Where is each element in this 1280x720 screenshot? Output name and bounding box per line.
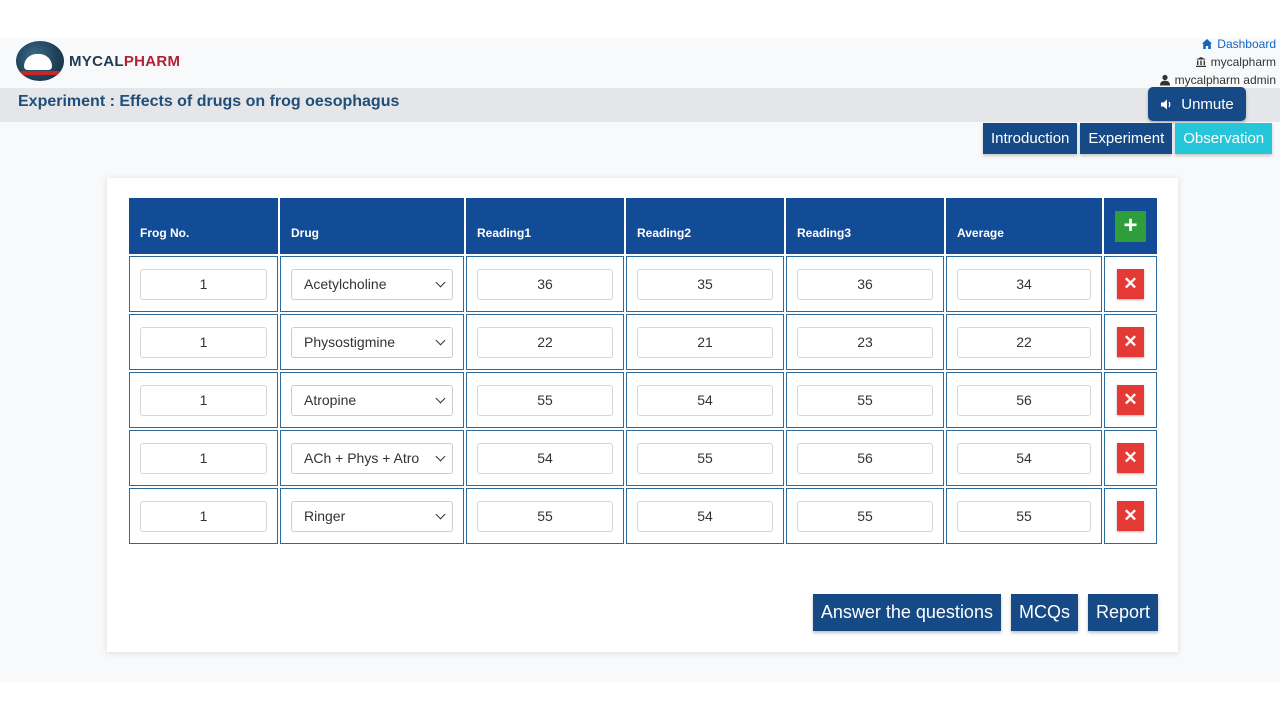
drug-select-value: Acetylcholine [304,276,387,292]
header-frog-no: Frog No. [129,198,278,254]
page-title: Experiment : Effects of drugs on frog oe… [18,93,400,110]
reading1-input[interactable]: 55 [477,500,613,532]
dashboard-label: Dashboard [1217,37,1276,51]
reading3-input[interactable]: 36 [797,268,933,300]
reading2-input[interactable]: 55 [637,442,773,474]
nav-tabs: Introduction Experiment Observation [983,123,1273,154]
reading3-input[interactable]: 56 [797,442,933,474]
reading3-input[interactable]: 55 [797,384,933,416]
observation-table: Frog No. Drug Reading1 Reading2 Reading3… [129,198,1157,546]
user-icon [1159,74,1170,86]
tab-introduction[interactable]: Introduction [983,123,1078,154]
unmute-button[interactable]: Unmute [1148,87,1246,121]
table-row: 1 Acetylcholine 36 35 36 34 ✕ [129,256,1157,312]
table-row: 1 Ringer 55 54 55 55 ✕ [129,488,1157,544]
drug-select-value: Atropine [304,392,357,408]
close-icon: ✕ [1123,390,1138,409]
delete-row-button[interactable]: ✕ [1117,385,1144,415]
table-header-row: Frog No. Drug Reading1 Reading2 Reading3… [129,198,1157,254]
institution-icon [1195,57,1206,67]
chevron-down-icon [435,509,446,519]
action-buttons: Answer the questions MCQs Report [812,594,1158,631]
unmute-label: Unmute [1181,95,1234,113]
mcqs-button[interactable]: MCQs [1010,594,1078,631]
add-row-button[interactable]: + [1115,210,1146,242]
chevron-down-icon [435,451,446,461]
table-row: 1 Atropine 55 54 55 56 ✕ [129,372,1157,428]
dashboard-link[interactable]: Dashboard [1159,35,1276,53]
frog-no-input[interactable]: 1 [140,500,267,532]
drug-select[interactable]: ACh + Phys + Atro [291,442,453,474]
average-input[interactable]: 55 [957,500,1091,532]
average-input[interactable]: 54 [957,442,1091,474]
frog-no-input[interactable]: 1 [140,442,267,474]
drug-select-value: Physostigmine [304,334,396,350]
frog-no-input[interactable]: 1 [140,326,267,358]
delete-row-button[interactable]: ✕ [1117,501,1144,531]
average-input[interactable]: 22 [957,326,1091,358]
reading2-input[interactable]: 21 [637,326,773,358]
close-icon: ✕ [1123,332,1138,351]
close-icon: ✕ [1123,506,1138,525]
table-row: 1 ACh + Phys + Atro 54 55 56 54 ✕ [129,430,1157,486]
drug-select[interactable]: Ringer [291,500,453,532]
report-button[interactable]: Report [1087,594,1158,631]
answer-questions-button[interactable]: Answer the questions [812,594,1001,631]
header-add-cell: + [1104,198,1157,254]
institution-label: mycalpharm [1210,55,1276,69]
frog-no-input[interactable]: 1 [140,268,267,300]
header-drug: Drug [280,198,464,254]
reading3-input[interactable]: 23 [797,326,933,358]
plus-icon: + [1123,212,1138,239]
average-input[interactable]: 34 [957,268,1091,300]
drug-select-value: ACh + Phys + Atro [304,450,420,466]
table-row: 1 Physostigmine 22 21 23 22 ✕ [129,314,1157,370]
drug-select-value: Ringer [304,508,346,524]
reading1-input[interactable]: 36 [477,268,613,300]
delete-row-button[interactable]: ✕ [1117,327,1144,357]
title-bar: Experiment : Effects of drugs on frog oe… [0,88,1280,122]
reading2-input[interactable]: 54 [637,384,773,416]
average-input[interactable]: 56 [957,384,1091,416]
reading1-input[interactable]: 55 [477,384,613,416]
reading1-input[interactable]: 54 [477,442,613,474]
top-links: Dashboard mycalpharm mycalpharm admin [1159,35,1276,89]
header-reading1: Reading1 [466,198,624,254]
chevron-down-icon [435,393,446,403]
header-reading3: Reading3 [786,198,944,254]
tab-observation[interactable]: Observation [1175,123,1273,154]
chevron-down-icon [435,335,446,345]
drug-select[interactable]: Acetylcholine [291,268,453,300]
header-reading2: Reading2 [626,198,784,254]
reading3-input[interactable]: 55 [797,500,933,532]
reading2-input[interactable]: 35 [637,268,773,300]
frog-no-input[interactable]: 1 [140,384,267,416]
delete-row-button[interactable]: ✕ [1117,269,1144,299]
home-icon [1202,39,1213,49]
brand-name-part1: MYCAL [69,52,124,70]
delete-row-button[interactable]: ✕ [1117,443,1144,473]
speaker-icon [1161,99,1171,109]
drug-select[interactable]: Atropine [291,384,453,416]
chevron-down-icon [435,277,446,287]
institution-link[interactable]: mycalpharm [1159,53,1276,71]
drug-select[interactable]: Physostigmine [291,326,453,358]
reading2-input[interactable]: 54 [637,500,773,532]
reading1-input[interactable]: 22 [477,326,613,358]
close-icon: ✕ [1123,274,1138,293]
brand-logo[interactable]: MYCALPHARM [16,41,180,81]
brand-name: MYCALPHARM [69,53,180,70]
logo-icon [16,41,64,81]
header-average: Average [946,198,1102,254]
brand-name-part2: PHARM [123,52,181,70]
tab-experiment[interactable]: Experiment [1080,123,1173,154]
close-icon: ✕ [1123,448,1138,467]
